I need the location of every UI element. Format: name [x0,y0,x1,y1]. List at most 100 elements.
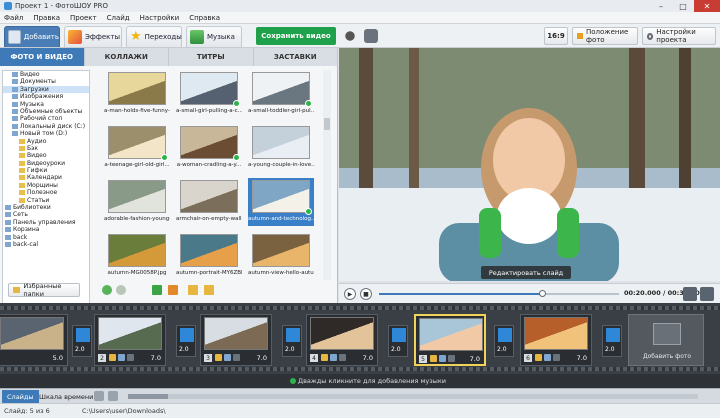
edit-icon[interactable] [109,354,116,361]
transition-slot[interactable]: 2.0 [282,325,302,357]
tree-item[interactable]: Локальный диск (C:) [3,123,89,130]
playback-knob[interactable] [539,290,547,297]
close-icon[interactable]: ✕ [694,0,720,12]
menu-project[interactable]: Проект [70,14,97,22]
favorite-folders-button[interactable]: Избранные папки [8,282,80,298]
file-thumbnail[interactable]: autumn-MG0058P.jpg [104,232,170,280]
subtab-titles[interactable]: ТИТРЫ [169,48,254,66]
timeline-slide[interactable]: 6 7.0 [520,314,592,366]
save-video-button[interactable]: Сохранить видео [256,27,336,45]
audio-icon[interactable] [339,354,346,361]
favorite-remove-icon[interactable] [204,285,214,295]
project-settings-button[interactable]: Настройки проекта [642,27,716,45]
tree-item[interactable]: Аудио [3,138,89,145]
timeline-scrollbar[interactable] [128,394,698,399]
down-arrow-icon[interactable] [152,285,162,295]
file-thumbnail[interactable]: autumn-and-technolog... [248,178,314,226]
tree-item[interactable]: Корзина [3,226,89,233]
tree-item[interactable]: Документы [3,78,89,85]
aspect-ratio-button[interactable]: 16:9 [544,27,568,45]
menu-settings[interactable]: Настройки [140,14,180,22]
stop-icon[interactable]: ■ [360,288,372,300]
forward-nav-icon[interactable] [116,285,126,295]
tree-item[interactable]: Изображения [3,93,89,100]
maximize-icon[interactable]: □ [672,0,694,12]
tree-item[interactable]: Видеоуроки [3,160,89,167]
tree-item[interactable]: Полезное [3,189,89,196]
tree-item[interactable]: Рабочий стол [3,115,89,122]
subtab-collages[interactable]: КОЛЛАЖИ [85,48,169,66]
file-thumbnail[interactable]: a-woman-cradling-a-y... [176,124,242,172]
file-grid[interactable]: a-man-holds-five-funny-p... a-small-girl-… [104,70,322,280]
audio-icon[interactable] [448,355,455,362]
tree-item[interactable]: Панель управления [3,219,89,226]
edit-icon[interactable] [430,355,437,362]
image-icon[interactable] [544,354,551,361]
tree-item[interactable]: Видео [3,71,89,78]
subtab-photo-video[interactable]: ФОТО И ВИДЕО [0,48,85,66]
file-thumbnail[interactable]: a-teenage-girl-old-girl... [104,124,170,172]
transition-slot[interactable]: 2.0 [602,325,622,357]
tab-timeline[interactable]: Шкала времени [34,390,98,403]
timeline-slide[interactable]: 4 7.0 [306,314,378,366]
tab-effects[interactable]: Эффекты [64,26,122,47]
redo-icon[interactable] [108,391,118,401]
photo-position-button[interactable]: Положение фото [572,27,638,45]
transition-slot[interactable]: 2.0 [388,325,408,357]
menu-edit[interactable]: Правка [33,14,60,22]
timeline-slide[interactable]: 5 7.0 [414,314,486,366]
add-photo-button[interactable]: Добавить фото [628,314,704,366]
timeline-slide[interactable]: 3 7.0 [200,314,272,366]
image-icon[interactable] [330,354,337,361]
edit-icon[interactable] [215,354,222,361]
play-icon[interactable]: ▶ [344,288,356,300]
audio-icon[interactable] [233,354,240,361]
tree-item[interactable]: back-cal [3,241,89,248]
tree-item[interactable]: Гифки [3,167,89,174]
edit-icon[interactable] [321,354,328,361]
tree-item[interactable]: back [3,234,89,241]
snapshot-icon[interactable] [683,287,697,301]
fullscreen-icon[interactable] [700,287,714,301]
tab-music[interactable]: Музыка [186,26,242,47]
share-icon[interactable] [364,29,378,43]
file-thumbnail[interactable]: armchair-on-empty-wall-f... [176,178,242,226]
tree-item[interactable]: Видео [3,152,89,159]
tab-transitions[interactable]: ★ Переходы [126,26,182,47]
slide-preview[interactable]: Редактировать слайд [339,48,720,281]
subtab-intros[interactable]: ЗАСТАВКИ [254,48,338,66]
file-thumbnail[interactable]: a-man-holds-five-funny-p... [104,70,170,118]
timeline-scroll-thumb[interactable] [128,394,168,399]
tree-item[interactable]: Новый том (D:) [3,130,89,137]
undo-icon[interactable] [94,391,104,401]
favorite-add-icon[interactable] [188,285,198,295]
scroll-thumb[interactable] [324,118,330,130]
transition-slot[interactable]: 2.0 [72,325,92,357]
menu-file[interactable]: Файл [4,14,23,22]
tree-item[interactable]: Статьи [3,197,89,204]
tree-item[interactable]: Библиотеки [3,204,89,211]
image-icon[interactable] [439,355,446,362]
audio-icon[interactable] [553,354,560,361]
timeline-slide[interactable]: 5.0 [0,314,68,366]
slide-timeline[interactable]: Добавить фото 5.0 2 7.0 3 7.0 4 7.0 5 7.0 6 7.0 2.0… [0,303,720,374]
image-icon[interactable] [224,354,231,361]
tree-item[interactable]: Календари [3,174,89,181]
transition-slot[interactable]: 2.0 [176,325,196,357]
up-folder-icon[interactable] [168,285,178,295]
menu-help[interactable]: Справка [189,14,220,22]
tree-item[interactable]: Объемные объекты [3,108,89,115]
tree-item[interactable]: Загрузки [3,85,89,94]
music-lane[interactable]: Дважды кликните для добавления музыки [0,374,720,388]
edit-slide-button[interactable]: Редактировать слайд [481,266,571,279]
tree-item[interactable]: Сеть [3,211,89,218]
minimize-icon[interactable]: – [650,0,672,12]
file-thumbnail[interactable]: autumn-view-hello-autu... [248,232,314,280]
tree-item[interactable]: Морщины [3,182,89,189]
playback-slider[interactable] [379,290,619,297]
file-thumbnail[interactable]: a-small-toddler-girl-pul... [248,70,314,118]
transition-slot[interactable]: 2.0 [494,325,514,357]
file-thumbnail[interactable]: a-young-couple-in-love... [248,124,314,172]
tab-add[interactable]: Добавить [4,26,60,47]
edit-icon[interactable] [535,354,542,361]
